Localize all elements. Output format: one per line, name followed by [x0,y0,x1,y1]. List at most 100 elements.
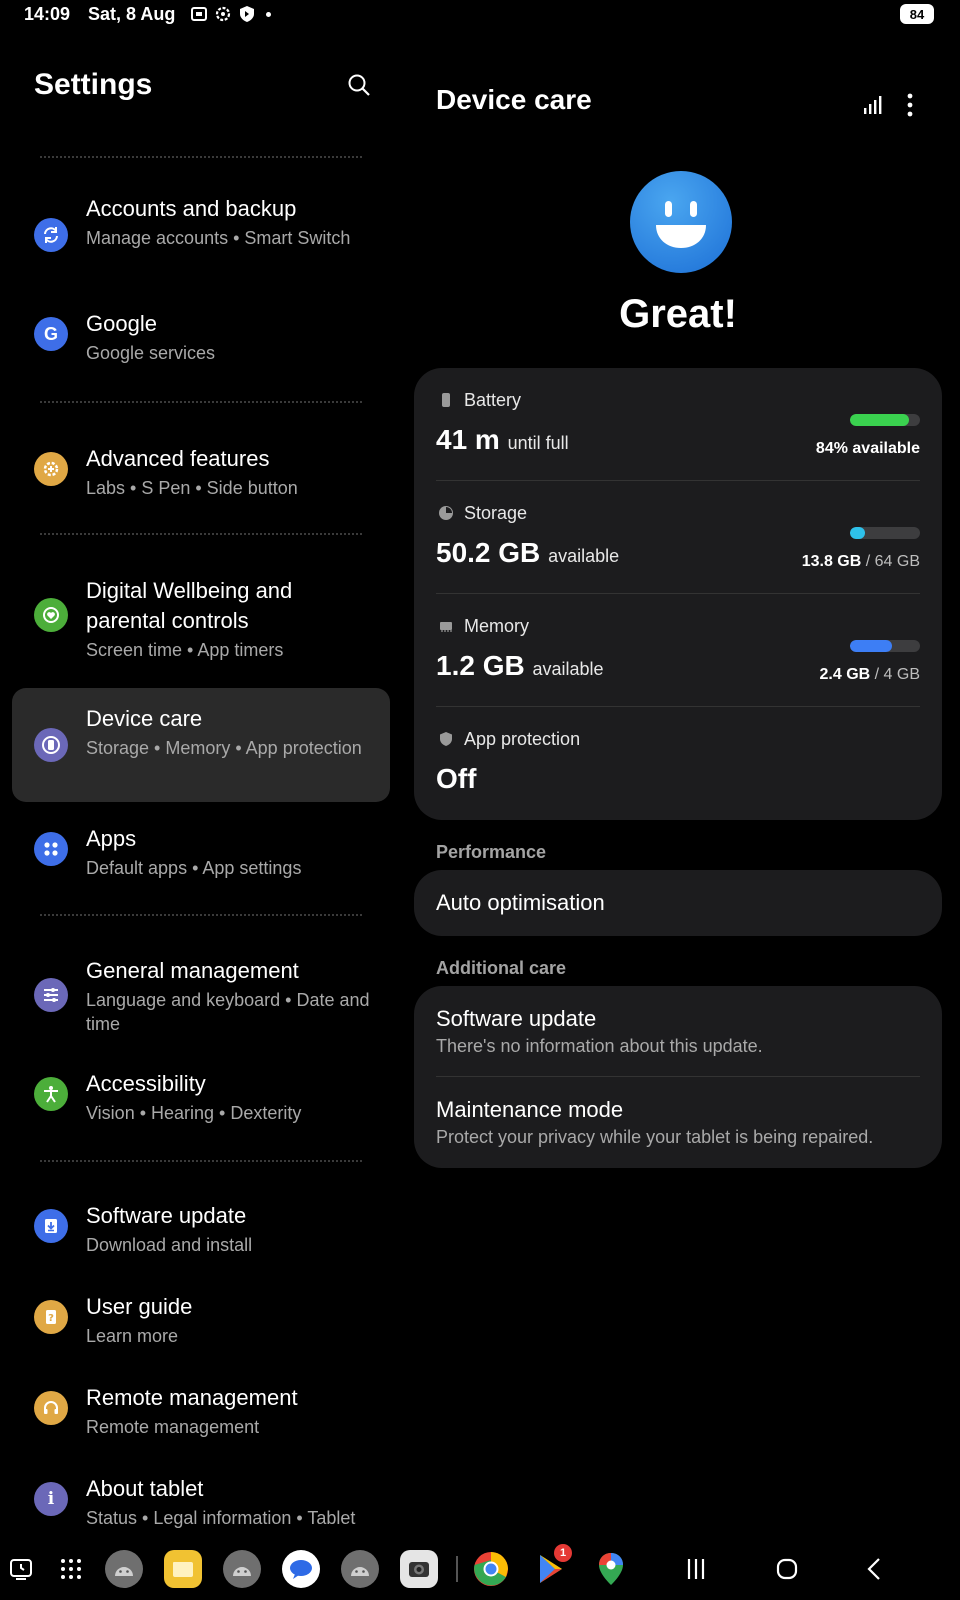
settings-item-user-guide[interactable]: ? User guide Learn more [12,1288,390,1348]
home-icon[interactable] [774,1556,800,1582]
maintenance-mode-subtitle: Protect your privacy while your tablet i… [436,1127,874,1147]
camera-icon[interactable] [400,1550,438,1588]
sliders-icon [34,978,68,1012]
shield-icon [440,732,452,746]
item-title: General management [86,958,299,983]
app-drawer-icon[interactable] [52,1550,90,1588]
download-icon [34,1209,68,1243]
storage-pie-icon [439,506,453,520]
battery-label: Battery [464,390,522,410]
status-icons [190,5,271,23]
memory-bar-fill [850,640,892,652]
additional-care-header: Additional care [436,958,567,978]
settings-item-about-tablet[interactable]: i About tablet Status • Legal informatio… [12,1470,390,1540]
device-care-pane[interactable]: Device care Great! Battery 41 m until fu… [406,30,950,1540]
app-protection-value: Off [436,763,477,794]
item-subtitle: Download and install [86,1235,253,1255]
settings-item-accounts-backup[interactable]: Accounts and backup Manage accounts • Sm… [12,190,390,290]
memory-label: Memory [464,616,530,636]
dot-icon [266,11,271,17]
item-subtitle: Screen time • App timers [86,640,284,660]
section-divider [40,401,362,403]
settings-item-advanced-features[interactable]: Advanced features Labs • S Pen • Side bu… [12,440,390,500]
storage-value: 50.2 GB available [436,537,619,569]
settings-title: Settings [34,68,153,101]
maintenance-mode-title: Maintenance mode [436,1097,624,1122]
settings-item-software-update[interactable]: Software update Download and install [12,1197,390,1257]
settings-list-pane[interactable]: Settings Accounts and backup Manage acco… [0,30,392,1540]
maintenance-mode-item[interactable]: Maintenance mode Protect your privacy wh… [414,1077,942,1167]
maps-icon[interactable] [592,1550,630,1588]
memory-bar [850,640,920,652]
memory-total: / 4 GB [874,666,920,683]
auto-optimisation-button[interactable]: Auto optimisation [414,870,942,936]
battery-indicator: 84 [900,4,934,24]
accessibility-icon [34,1077,68,1111]
storage-label: Storage [464,503,528,523]
android-app-icon[interactable] [341,1550,379,1588]
more-options-icon[interactable] [906,92,914,118]
memory-usage: 2.4 GB / 4 GB [820,666,921,684]
memory-used: 2.4 GB [819,666,871,683]
battery-available: 84% available [815,440,920,457]
status-date: Sat, 8 Aug [88,4,176,24]
play-store-icon[interactable]: 1 [532,1544,572,1588]
memory-row[interactable]: Memory 1.2 GB available 2.4 GB / 4 GB [414,594,942,706]
android-app-icon[interactable] [223,1550,261,1588]
item-title: Google [86,311,157,336]
settings-item-apps[interactable]: Apps Default apps • App settings [12,820,390,880]
device-metrics-card: Battery 41 m until full 84% available St… [414,368,942,820]
messages-icon[interactable] [282,1550,320,1588]
bar-chart-icon[interactable] [862,94,884,116]
app-protection-row[interactable]: App protection Off [414,707,942,819]
battery-row[interactable]: Battery 41 m until full 84% available [414,368,942,480]
settings-item-remote-management[interactable]: Remote management Remote management [12,1379,390,1439]
storage-bar-fill [850,527,866,539]
headset-icon [34,1391,68,1425]
software-update-item[interactable]: Software update There's no information a… [414,986,942,1076]
item-subtitle: Manage accounts • Smart Switch [86,228,351,248]
android-app-icon[interactable] [105,1550,143,1588]
memory-chip-icon [440,622,452,632]
guide-icon: ? [34,1300,68,1334]
back-icon[interactable] [864,1556,884,1582]
item-subtitle: Default apps • App settings [86,858,302,878]
recents-app-icon[interactable] [2,1550,40,1588]
battery-icon [442,393,450,407]
software-update-title: Software update [436,1006,597,1031]
info-icon: i [34,1482,68,1516]
sync-icon [34,218,68,252]
settings-item-google[interactable]: G Google Google services [12,305,390,365]
item-subtitle: Language and keyboard • Date and time [86,990,370,1034]
storage-row[interactable]: Storage 50.2 GB available 13.8 GB / 64 G… [414,481,942,593]
memory-available-amount: 1.2 GB [436,650,525,681]
chrome-icon[interactable] [472,1550,510,1588]
item-title: Accounts and backup [86,196,297,221]
settings-item-digital-wellbeing[interactable]: Digital Wellbeing and parental controls … [12,572,390,662]
settings-item-device-care[interactable]: Device care Storage • Memory • App prote… [12,688,390,802]
section-divider [40,1160,362,1162]
battery-value: 41 m until full [436,424,569,456]
play-store-badge: 1 [554,1544,572,1562]
storage-total: / 64 GB [865,553,920,570]
shield-icon [240,6,254,22]
item-title: Apps [86,826,137,851]
additional-care-card: Software update There's no information a… [414,986,942,1168]
files-icon[interactable] [164,1550,202,1588]
recent-apps-icon[interactable] [684,1556,708,1582]
storage-available-amount: 50.2 GB [436,537,541,568]
item-subtitle: Status • Legal information • Tablet [86,1508,356,1528]
search-icon[interactable] [346,72,372,98]
storage-bar [850,527,920,539]
screenshot-icon [191,7,207,21]
google-icon: G [34,317,68,351]
battery-bar-fill [850,414,909,426]
smiley-face-icon [630,171,732,273]
settings-item-general-management[interactable]: General management Language and keyboard… [12,952,390,1042]
status-bar: 14:09 Sat, 8 Aug 84 [0,0,960,30]
device-care-icon [34,728,68,762]
settings-item-accessibility[interactable]: Accessibility Vision • Hearing • Dexteri… [12,1065,390,1125]
item-title: Accessibility [86,1071,206,1096]
item-title: About tablet [86,1476,204,1501]
storage-used: 13.8 GB [801,553,862,570]
